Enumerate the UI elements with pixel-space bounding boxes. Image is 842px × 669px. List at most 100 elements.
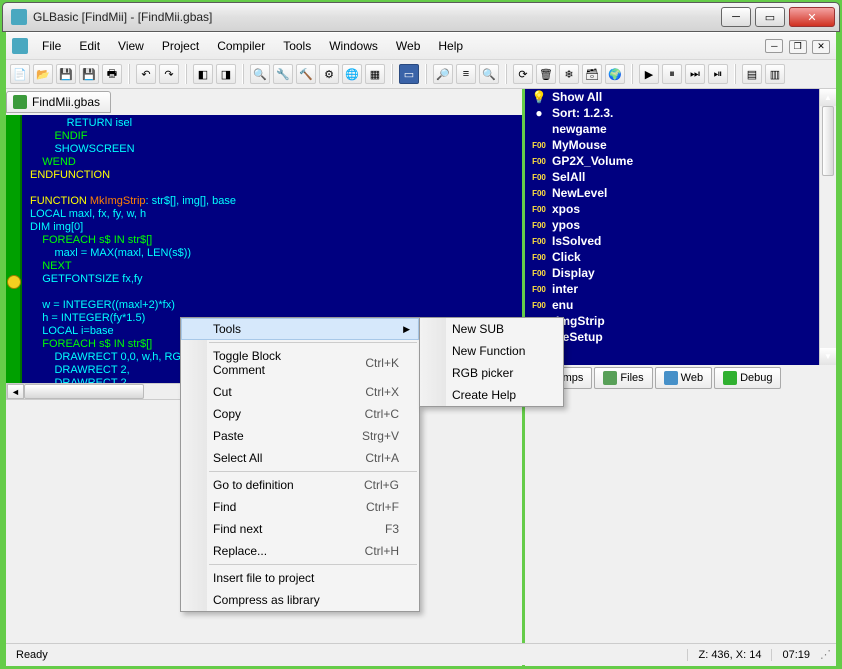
toolbar-btn-2[interactable]: 💾 [56,64,76,84]
jump-item[interactable]: F00Display [525,265,836,281]
vscroll-thumb[interactable] [822,106,834,176]
resize-grip[interactable]: ⋰ [820,648,836,661]
ctx-replace-[interactable]: Replace...Ctrl+H [181,540,419,562]
ctx-insert-file-to-project[interactable]: Insert file to project [181,567,419,589]
submenu-rgb-picker[interactable]: RGB picker [420,362,563,384]
toolbar-btn-3[interactable]: 💾 [79,64,99,84]
gutter[interactable]: STOP [6,115,22,383]
toolbar-btn-6[interactable]: ↶ [136,64,156,84]
ctx-compress-as-library[interactable]: Compress as library [181,589,419,611]
toolbar-btn-23[interactable]: 🔍 [479,64,499,84]
jump-item[interactable]: F00enu [525,297,836,313]
submenu-new-sub[interactable]: New SUB [420,318,563,340]
toolbar-btn-27[interactable]: ❄ [559,64,579,84]
tools-submenu[interactable]: New SUBNew FunctionRGB pickerCreate Help [419,317,564,407]
scroll-up[interactable]: ▲ [820,89,836,106]
mdi-doc-icon [12,38,28,54]
bookmark-marker[interactable] [7,275,21,289]
submenu-new-function[interactable]: New Function [420,340,563,362]
status-ready: Ready [6,649,687,661]
toolbar: 📄📂💾💾🖶↶↷◧◨🔍🔧🔨⚙🌐▦▭🔎≡🔍⟳🗑❄🗃🌍▶⏸⏭⏯▤▥ [6,60,836,89]
toolbar-btn-32[interactable]: ⏸ [662,64,682,84]
toolbar-btn-34[interactable]: ⏯ [708,64,728,84]
menu-edit[interactable]: Edit [71,36,108,56]
menu-project[interactable]: Project [154,36,207,56]
toolbar-btn-0[interactable]: 📄 [10,64,30,84]
toolbar-btn-10[interactable]: ◨ [216,64,236,84]
mdi-restore[interactable]: ❐ [789,40,807,54]
toolbar-btn-36[interactable]: ▤ [742,64,762,84]
mdi-close[interactable]: ✕ [812,40,830,54]
toolbar-btn-4[interactable]: 🖶 [102,64,122,84]
toolbar-btn-14[interactable]: 🔨 [296,64,316,84]
ctx-find-next[interactable]: Find nextF3 [181,518,419,540]
menu-tools[interactable]: Tools [275,36,319,56]
ctx-copy[interactable]: CopyCtrl+C [181,403,419,425]
jump-item[interactable]: F00:ImgStrip [525,313,836,329]
file-tab[interactable]: FindMii.gbas [6,91,111,113]
toolbar-btn-21[interactable]: 🔎 [433,64,453,84]
jump-item[interactable]: F00meSetup [525,329,836,345]
window-title: GLBasic [FindMii] - [FindMii.gbas] [33,10,721,24]
ctx-toggle-block-comment[interactable]: Toggle Block CommentCtrl+K [181,345,419,381]
ctx-find[interactable]: FindCtrl+F [181,496,419,518]
context-menu[interactable]: Tools▶ Toggle Block CommentCtrl+KCutCtrl+… [180,317,420,612]
menu-windows[interactable]: Windows [321,36,386,56]
toolbar-btn-31[interactable]: ▶ [639,64,659,84]
jump-item[interactable]: F00IsSolved [525,233,836,249]
menu-view[interactable]: View [110,36,152,56]
ctx-select-all[interactable]: Select AllCtrl+A [181,447,419,469]
side-tab-web[interactable]: Web [655,367,712,389]
menu-file[interactable]: File [34,36,69,56]
jump-item[interactable]: F00xpos [525,201,836,217]
toolbar-btn-19[interactable]: ▭ [399,64,419,84]
app-icon [11,9,27,25]
minimize-button[interactable]: ─ [721,7,751,27]
jump-list[interactable]: 💡Show All●Sort: 1.2.3. newgameF00MyMouse… [525,89,836,365]
ctx-tools[interactable]: Tools▶ [181,318,419,340]
toolbar-btn-25[interactable]: ⟳ [513,64,533,84]
jump-item[interactable]: newgame [525,121,836,137]
toolbar-btn-17[interactable]: ▦ [365,64,385,84]
mdi-minimize[interactable]: ─ [765,39,783,53]
menu-compiler[interactable]: Compiler [209,36,273,56]
scroll-left[interactable]: ◄ [7,384,24,399]
jump-item[interactable]: F00inter [525,281,836,297]
ctx-paste[interactable]: PasteStrg+V [181,425,419,447]
jump-item[interactable]: F00SelAll [525,169,836,185]
scroll-thumb[interactable] [24,384,144,399]
menu-web[interactable]: Web [388,36,428,56]
toolbar-btn-9[interactable]: ◧ [193,64,213,84]
toolbar-btn-28[interactable]: 🗃 [582,64,602,84]
toolbar-btn-26[interactable]: 🗑 [536,64,556,84]
toolbar-btn-22[interactable]: ≡ [456,64,476,84]
toolbar-btn-16[interactable]: 🌐 [342,64,362,84]
maximize-button[interactable]: ▭ [755,7,785,27]
side-tab-debug[interactable]: Debug [714,367,781,389]
menu-help[interactable]: Help [430,36,471,56]
ctx-cut[interactable]: CutCtrl+X [181,381,419,403]
toolbar-btn-15[interactable]: ⚙ [319,64,339,84]
jump-item[interactable]: ●Sort: 1.2.3. [525,105,836,121]
jump-item[interactable]: F00GP2X_Volume [525,153,836,169]
toolbar-btn-13[interactable]: 🔧 [273,64,293,84]
toolbar-btn-1[interactable]: 📂 [33,64,53,84]
ctx-go-to-definition[interactable]: Go to definitionCtrl+G [181,474,419,496]
side-tab-files[interactable]: Files [594,367,652,389]
jump-item[interactable]: F00NewLevel [525,185,836,201]
toolbar-btn-12[interactable]: 🔍 [250,64,270,84]
vert-scrollbar[interactable]: ▲ ▼ [819,89,836,365]
jump-item[interactable]: F00ypos [525,217,836,233]
file-tab-label: FindMii.gbas [32,95,100,109]
submenu-create-help[interactable]: Create Help [420,384,563,406]
toolbar-btn-37[interactable]: ▥ [765,64,785,84]
jump-item[interactable]: F00Click [525,249,836,265]
toolbar-btn-7[interactable]: ↷ [159,64,179,84]
close-button[interactable]: ✕ [789,7,835,27]
jump-item[interactable]: 💡Show All [525,89,836,105]
toolbar-btn-33[interactable]: ⏭ [685,64,705,84]
scroll-down[interactable]: ▼ [820,348,836,365]
status-pos: Z: 436, X: 14 [687,649,771,661]
toolbar-btn-29[interactable]: 🌍 [605,64,625,84]
jump-item[interactable]: F00MyMouse [525,137,836,153]
